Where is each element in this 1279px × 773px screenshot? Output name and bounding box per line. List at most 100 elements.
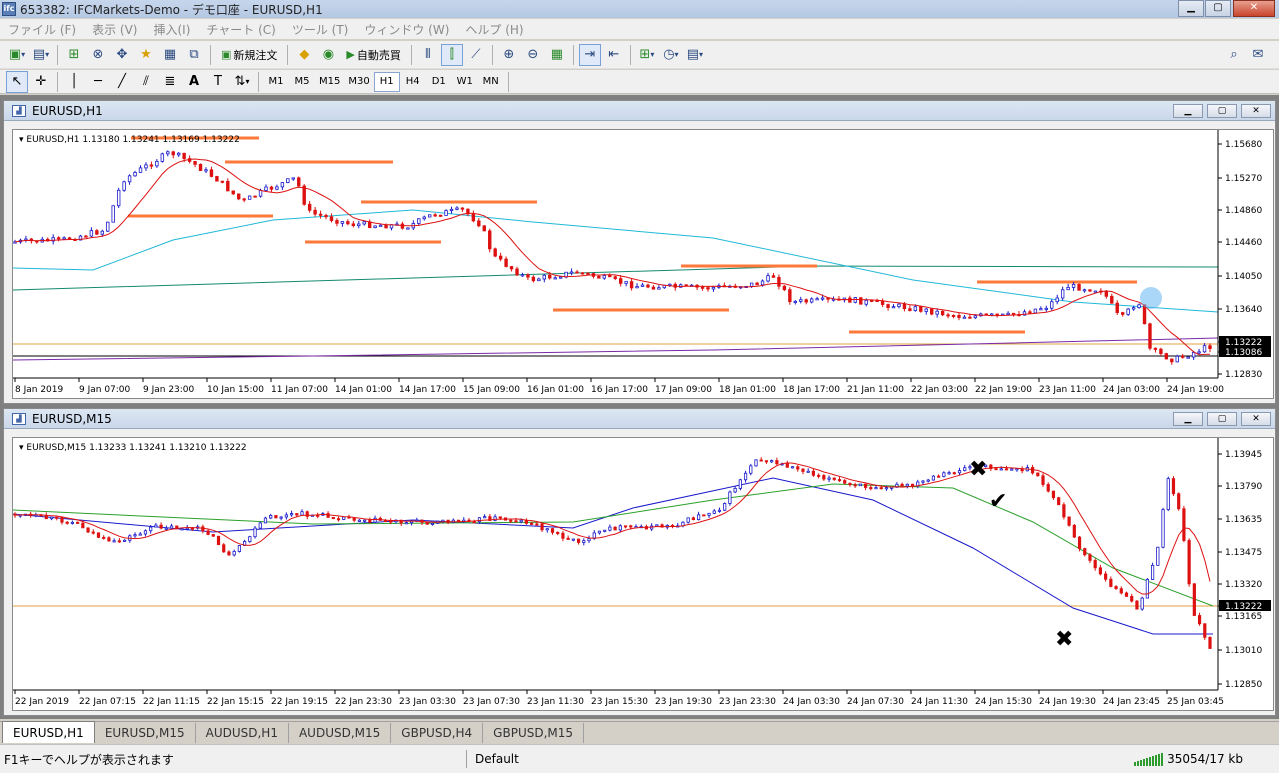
candle-body	[1145, 579, 1149, 599]
data-window-button[interactable]: ⊗	[87, 44, 109, 66]
timeframe-m15[interactable]: M15	[315, 72, 344, 92]
candle-body	[514, 520, 518, 523]
chart-maximize-button[interactable]: ▢	[1207, 412, 1237, 426]
vertical-line-tool[interactable]: │	[63, 71, 85, 93]
arrows-tool[interactable]: ⇅ ▾	[231, 71, 253, 93]
tile-windows-button[interactable]: ▦	[546, 44, 568, 66]
timeframe-m5[interactable]: M5	[289, 72, 315, 92]
menu-help[interactable]: ヘルプ (H)	[457, 21, 531, 38]
chart-close-button[interactable]: ✕	[1241, 412, 1271, 426]
line-chart-button[interactable]: ⟋	[465, 44, 487, 66]
chart-window-header[interactable]: ▟ EURUSD,H1 ▁ ▢ ✕	[4, 101, 1275, 121]
chart-minimize-button[interactable]: ▁	[1173, 104, 1203, 118]
cross-mark-icon: ✖	[1055, 627, 1073, 652]
search-button[interactable]: ⌕	[1223, 44, 1245, 66]
zoom-in-button[interactable]: ⊕	[498, 44, 520, 66]
menu-insert[interactable]: 挿入(I)	[145, 21, 198, 38]
auto-scroll-icon: ⇥	[584, 47, 596, 62]
candle-body	[166, 151, 170, 155]
candle-body	[1055, 297, 1059, 303]
candle-body	[96, 532, 101, 538]
text-label-tool[interactable]: T	[207, 71, 229, 93]
terminal-button[interactable]: ▦	[159, 44, 181, 66]
chart-window-header[interactable]: ▟ EURUSD,M15 ▁ ▢ ✕	[4, 409, 1275, 429]
menu-chart[interactable]: チャート (C)	[198, 21, 283, 38]
profiles-button[interactable]: ▤ ▾	[30, 44, 52, 66]
navigator-button[interactable]: ✥	[111, 44, 133, 66]
bar-chart-button[interactable]: ⫴	[417, 44, 439, 66]
candle-body	[1033, 308, 1038, 314]
menu-view[interactable]: 表示 (V)	[84, 21, 145, 38]
candle-body	[226, 180, 230, 192]
chart-canvas-m15[interactable]: 1.13945 1.13790 1.13635 1.13475 1.13320 1.132…	[13, 438, 1273, 710]
channel-tool[interactable]: ⫽	[135, 71, 157, 93]
menu-tools[interactable]: ツール (T)	[284, 21, 357, 38]
favorites-button[interactable]: ★	[135, 44, 157, 66]
auto-trading-button[interactable]: ▶ 自動売買	[341, 44, 405, 66]
candle-body	[201, 526, 205, 532]
chat-button[interactable]: ✉	[1247, 44, 1269, 66]
periods-button[interactable]: ◷ ▾	[660, 44, 682, 66]
crosshair-tool[interactable]: ✛	[30, 71, 52, 93]
candlestick-button[interactable]: ⫿	[440, 43, 463, 66]
horizontal-line-tool[interactable]: ─	[87, 71, 109, 93]
tab-audusd-h1[interactable]: AUDUSD,H1	[196, 723, 289, 743]
candle-body	[1131, 307, 1136, 310]
menu-file[interactable]: ファイル (F)	[0, 21, 84, 38]
templates-button[interactable]: ▤ ▾	[684, 44, 706, 66]
candle-body	[531, 276, 536, 282]
candle-body	[89, 230, 94, 237]
price-chart-h1[interactable]: ▾ EURUSD,H1 1.13180 1.13241 1.13169 1.13…	[12, 129, 1274, 399]
y-tick-label: 1.13010	[1225, 646, 1262, 656]
candle-body	[785, 463, 789, 468]
profiles-icon: ▤	[32, 47, 46, 62]
indicators-button[interactable]: ⊞ ▾	[636, 44, 658, 66]
chart-window-m15[interactable]: ▟ EURUSD,M15 ▁ ▢ ✕ ▾ EURUSD,M15 1.13233 …	[3, 408, 1276, 716]
timeframe-w1[interactable]: W1	[452, 72, 478, 92]
maximize-button[interactable]: ▢	[1205, 0, 1231, 17]
chart-maximize-button[interactable]: ▢	[1207, 104, 1237, 118]
candle-body	[1148, 323, 1152, 349]
chart-close-button[interactable]: ✕	[1241, 104, 1271, 118]
tab-eurusd-m15[interactable]: EURUSD,M15	[95, 723, 196, 743]
tester-icon: ⧉	[189, 47, 199, 62]
fibonacci-tool[interactable]: ≣	[159, 71, 181, 93]
price-chart-m15[interactable]: ▾ EURUSD,M15 1.13233 1.13241 1.13210 1.1…	[12, 437, 1274, 711]
tab-eurusd-h1[interactable]: EURUSD,H1	[2, 721, 95, 743]
minimize-button[interactable]: ▁	[1178, 0, 1204, 17]
candle-body	[924, 308, 928, 312]
tab-gbpusd-m15[interactable]: GBPUSD,M15	[483, 723, 585, 743]
candle-body	[817, 474, 821, 477]
timeframe-mn[interactable]: MN	[478, 72, 504, 92]
metaeditor-button[interactable]: ◆	[293, 44, 315, 66]
new-order-button[interactable]: ▣ 新規注文	[216, 44, 282, 66]
x-tick-label: 8 Jan 2019	[15, 385, 63, 395]
auto-scroll-button[interactable]: ⇥	[578, 43, 601, 66]
timeframe-h4[interactable]: H4	[400, 72, 426, 92]
strategy-tester-button[interactable]: ⧉	[183, 44, 205, 66]
status-bar: F1キーでヘルプが表示されます Default 35054/17 kb	[0, 744, 1279, 773]
candle-body	[858, 483, 862, 487]
candle-body	[274, 515, 278, 519]
zoom-out-button[interactable]: ⊖	[522, 44, 544, 66]
timeframe-h1[interactable]: H1	[373, 71, 400, 92]
text-tool[interactable]: A	[183, 71, 205, 93]
trendline-tool[interactable]: ╱	[111, 71, 133, 93]
new-chart-button[interactable]: ▣ ▾	[6, 44, 28, 66]
tab-audusd-m15[interactable]: AUDUSD,M15	[289, 723, 392, 743]
chart-canvas-h1[interactable]: 1.15680 1.15270 1.14860 1.14460 1.14050 1.136…	[13, 130, 1273, 398]
signals-button[interactable]: ◉	[317, 44, 339, 66]
timeframe-d1[interactable]: D1	[426, 72, 452, 92]
cursor-tool[interactable]: ↖	[6, 70, 28, 93]
auto-trading-icon: ▶	[346, 48, 355, 61]
menu-window[interactable]: ウィンドウ (W)	[356, 21, 457, 38]
chart-shift-button[interactable]: ⇤	[603, 44, 625, 66]
timeframe-m1[interactable]: M1	[263, 72, 289, 92]
candle-body	[1088, 289, 1092, 292]
market-watch-button[interactable]: ⊞	[63, 44, 85, 66]
chart-minimize-button[interactable]: ▁	[1173, 412, 1203, 426]
tab-gbpusd-h4[interactable]: GBPUSD,H4	[391, 723, 484, 743]
close-button[interactable]: ✕	[1233, 0, 1275, 17]
chart-window-h1[interactable]: ▟ EURUSD,H1 ▁ ▢ ✕ ▾ EURUSD,H1 1.13180 1.…	[3, 100, 1276, 404]
timeframe-m30[interactable]: M30	[344, 72, 373, 92]
